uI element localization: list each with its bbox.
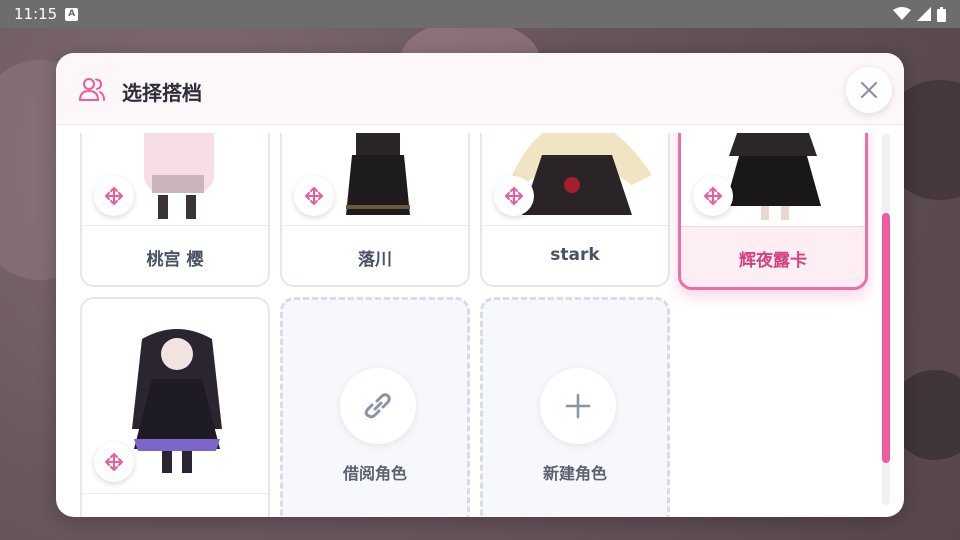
borrow-icon-circle [340,368,416,444]
dialog-title: 选择搭档 [122,81,202,105]
character-card-selected[interactable]: 辉夜露卡 [678,133,868,290]
scrollbar-track[interactable] [882,133,890,505]
move-icon [104,452,124,472]
notification-icon: A [65,7,79,21]
signal-icon [917,7,931,21]
close-button[interactable] [846,67,892,113]
borrow-character-label: 借阅角色 [342,464,407,483]
character-card[interactable]: 落川 [280,133,470,287]
move-icon [104,186,124,206]
dialog-header: 选择搭档 [56,53,904,125]
character-name: 桃宫 樱 [146,250,204,270]
move-icon [304,186,324,206]
move-icon [504,186,524,206]
move-icon [703,186,723,206]
partner-select-dialog: 选择搭档 桃宫 樱 落川 stark 辉夜露卡 借阅角色 新建角色 [56,53,904,517]
close-icon [860,81,878,99]
wifi-icon [893,7,911,20]
move-button[interactable] [693,176,733,216]
card-label-band [82,493,268,517]
users-icon [78,78,105,101]
battery-icon [937,6,946,22]
character-grid[interactable]: 桃宫 樱 落川 stark 辉夜露卡 借阅角色 新建角色 [56,133,876,517]
link-icon [364,393,391,419]
move-button[interactable] [494,176,534,216]
character-card[interactable]: stark [480,133,670,287]
status-icons [893,6,946,22]
new-icon-circle [540,368,616,444]
character-card[interactable]: 桃宫 樱 [80,133,270,287]
status-time: 11:15 [14,5,58,23]
character-name: stark [550,245,600,265]
character-name: 落川 [358,250,392,270]
move-button[interactable] [94,442,134,482]
new-character-button[interactable]: 新建角色 [480,297,670,517]
plus-icon [565,393,591,419]
character-card[interactable] [80,297,270,517]
new-character-label: 新建角色 [542,464,607,483]
scrollbar-thumb[interactable] [882,213,890,463]
status-bar: 11:15 A [0,0,960,28]
borrow-character-button[interactable]: 借阅角色 [280,297,470,517]
move-button[interactable] [294,176,334,216]
move-button[interactable] [94,176,134,216]
character-name: 辉夜露卡 [739,251,807,271]
